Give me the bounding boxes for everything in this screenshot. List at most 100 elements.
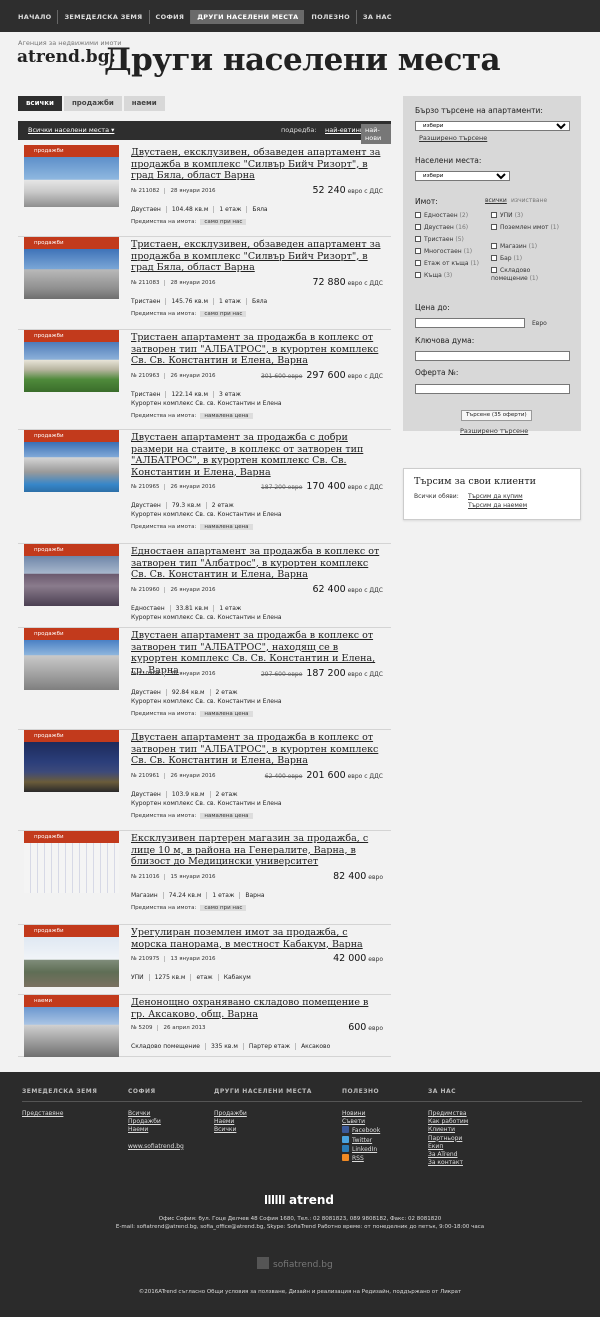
footer-link[interactable]: Продажби bbox=[128, 1118, 184, 1126]
footer-link[interactable]: Продажби bbox=[214, 1110, 312, 1118]
checkbox-icon[interactable] bbox=[415, 212, 421, 218]
checkbox-icon[interactable] bbox=[491, 212, 497, 218]
footer-link[interactable]: Клиенти bbox=[428, 1126, 468, 1134]
want-to-rent-link[interactable]: Търсим да наемем bbox=[468, 502, 527, 509]
footer-link[interactable]: Всички bbox=[128, 1110, 184, 1118]
checkbox-icon[interactable] bbox=[491, 267, 497, 273]
footer-link[interactable]: www.sofiatrend.bg bbox=[128, 1143, 184, 1151]
type-checkbox[interactable]: Тристаен (5) bbox=[415, 236, 464, 243]
footer-link[interactable]: LinkedIn bbox=[342, 1144, 380, 1154]
nav-item[interactable]: ЗЕМЕДЕЛСКА ЗЕМЯ bbox=[58, 10, 150, 24]
checkbox-icon[interactable] bbox=[415, 248, 421, 254]
footer-link[interactable]: Екип bbox=[428, 1143, 468, 1151]
footer-link[interactable]: Партньори bbox=[428, 1135, 468, 1143]
listing-meta: № 210975 13 януари 2016 bbox=[131, 956, 221, 962]
type-name: Магазин bbox=[500, 243, 527, 250]
type-checkbox[interactable]: Къща (3) bbox=[415, 272, 452, 279]
listing-photo[interactable]: продажби bbox=[24, 330, 119, 392]
checkbox-icon[interactable] bbox=[491, 243, 497, 249]
places-select[interactable]: избери bbox=[415, 171, 510, 181]
listing-item: продажби Тристаен, ексклузивен, обзаведен… bbox=[18, 237, 391, 330]
search-button[interactable]: Търсене (35 оферти) bbox=[461, 410, 532, 421]
type-checkbox[interactable]: Двустаен (16) bbox=[415, 224, 468, 231]
top-navigation: НАЧАЛО ЗЕМЕДЕЛСКА ЗЕМЯ СОФИЯ ДРУГИ НАСЕЛЕНИ… bbox=[0, 0, 600, 32]
type-checkbox[interactable]: Магазин (1) bbox=[491, 243, 563, 251]
type-checkbox[interactable]: Складово помещение (1) bbox=[491, 267, 563, 283]
listing-specs: Тристаен 145.76 кв.м 1 етаж Бяла bbox=[131, 297, 273, 305]
listing-title[interactable]: Едностаен апартамент за продажба в копле… bbox=[131, 546, 381, 581]
nav-item[interactable]: ДРУГИ НАСЕЛЕНИ МЕСТА bbox=[191, 10, 305, 24]
checkbox-icon[interactable] bbox=[415, 272, 421, 278]
brand-logo[interactable]: atrend.bg: bbox=[17, 47, 116, 67]
sofiatrend-logo[interactable]: sofiatrend.bg bbox=[257, 1257, 333, 1270]
type-checkbox[interactable]: Многостаен (1) bbox=[415, 248, 472, 255]
checkbox-icon[interactable] bbox=[415, 260, 421, 266]
listing-photo[interactable]: продажби bbox=[24, 544, 119, 606]
tab-0[interactable]: всички bbox=[18, 96, 62, 111]
footer-link[interactable]: Предимства bbox=[428, 1110, 468, 1118]
listing-photo[interactable]: продажби bbox=[24, 831, 119, 893]
listing-photo[interactable]: продажби bbox=[24, 925, 119, 987]
sort-newest-button[interactable]: най-нови bbox=[361, 124, 391, 144]
footer-link[interactable]: Наеми bbox=[128, 1126, 184, 1134]
listing-photo[interactable]: продажби bbox=[24, 730, 119, 792]
listing-title[interactable]: Ексклузивен партерен магазин за продажба… bbox=[131, 833, 381, 868]
type-checkbox[interactable]: Етаж от къща (1) bbox=[415, 260, 479, 267]
listing-type-badge: продажби bbox=[34, 733, 64, 739]
checkbox-icon[interactable] bbox=[491, 224, 497, 230]
checkbox-icon[interactable] bbox=[491, 255, 497, 261]
type-checkbox[interactable]: УПИ (3) bbox=[491, 212, 563, 220]
clear-link[interactable]: изчистване bbox=[511, 197, 547, 204]
listing-title[interactable]: Урегулиран поземлен имот за продажба, с … bbox=[131, 927, 381, 950]
location-dropdown[interactable]: Всички населени места ▾ bbox=[28, 126, 114, 134]
listing-photo[interactable]: продажби bbox=[24, 145, 119, 207]
listing-title[interactable]: Тристаен, ексклузивен, обзаведен апартам… bbox=[131, 239, 381, 274]
footer-link[interactable]: Facebook bbox=[342, 1126, 380, 1135]
footer-link[interactable]: Как работим bbox=[428, 1118, 468, 1126]
listing-title[interactable]: Двустаен, ексклузивен, обзаведен апартам… bbox=[131, 147, 381, 182]
footer-link[interactable]: За контакт bbox=[428, 1159, 468, 1167]
listing-title[interactable]: Денонощно охранявано складово помещение … bbox=[131, 997, 381, 1020]
footer-logo[interactable]: atrend bbox=[265, 1193, 334, 1207]
checkbox-icon[interactable] bbox=[415, 224, 421, 230]
nav-item[interactable]: НАЧАЛО bbox=[12, 10, 59, 24]
keyword-input[interactable] bbox=[415, 351, 570, 361]
checkbox-icon[interactable] bbox=[415, 236, 421, 242]
select-all-link[interactable]: всички bbox=[485, 197, 507, 204]
listing-price: 52 240 евро с ДДС bbox=[312, 185, 383, 196]
tab-2[interactable]: наеми bbox=[123, 96, 165, 111]
advanced-search-link[interactable]: Разширено търсене bbox=[419, 134, 487, 142]
listing-id: № 211082 bbox=[131, 187, 160, 194]
listing-photo[interactable]: продажби bbox=[24, 237, 119, 299]
footer-link[interactable]: RSS bbox=[342, 1154, 380, 1163]
apartment-select[interactable]: избери bbox=[415, 121, 570, 131]
nav-item[interactable]: ЗА НАС bbox=[357, 10, 398, 24]
footer-link[interactable]: Всички bbox=[214, 1126, 312, 1134]
listing-title[interactable]: Двустаен апартамент за продажба в коплек… bbox=[131, 732, 381, 767]
listing-photo[interactable]: наеми bbox=[24, 995, 119, 1057]
listing-photo[interactable]: продажби bbox=[24, 628, 119, 690]
listing-id: № 210975 bbox=[131, 956, 160, 962]
advanced-search-link-bottom[interactable]: Разширено търсене bbox=[460, 427, 528, 435]
nav-item[interactable]: ПОЛЕЗНО bbox=[305, 10, 357, 24]
footer-link[interactable]: Twitter bbox=[342, 1135, 380, 1145]
footer-link[interactable]: Съвети bbox=[342, 1118, 380, 1126]
footer-link[interactable]: Наеми bbox=[214, 1118, 312, 1126]
footer-link[interactable]: Новини bbox=[342, 1110, 380, 1118]
listing-title[interactable]: Двустаен апартамент за продажба с добри … bbox=[131, 432, 381, 478]
old-price: 297 600 евро bbox=[260, 670, 303, 678]
want-to-buy-link[interactable]: Търсим да купим bbox=[468, 493, 523, 500]
listing-photo[interactable]: продажби bbox=[24, 430, 119, 492]
spec-1: 122.14 кв.м bbox=[165, 390, 213, 398]
type-checkbox[interactable]: Едностаен (2) bbox=[415, 212, 468, 219]
type-checkbox[interactable]: Поземлен имот (1) bbox=[491, 224, 563, 232]
offer-number-input[interactable] bbox=[415, 384, 570, 394]
listing-title[interactable]: Тристаен апартамент за продажба в коплек… bbox=[131, 332, 381, 367]
footer-link[interactable]: За ATrend bbox=[428, 1151, 468, 1159]
nav-item[interactable]: СОФИЯ bbox=[150, 10, 192, 24]
tab-1[interactable]: продажби bbox=[63, 96, 122, 111]
footer-link[interactable]: Представяне bbox=[22, 1110, 97, 1118]
type-checkbox[interactable]: Бар (1) bbox=[491, 255, 563, 263]
price-input[interactable] bbox=[415, 318, 525, 328]
spec-2: 1 етаж bbox=[212, 297, 246, 305]
